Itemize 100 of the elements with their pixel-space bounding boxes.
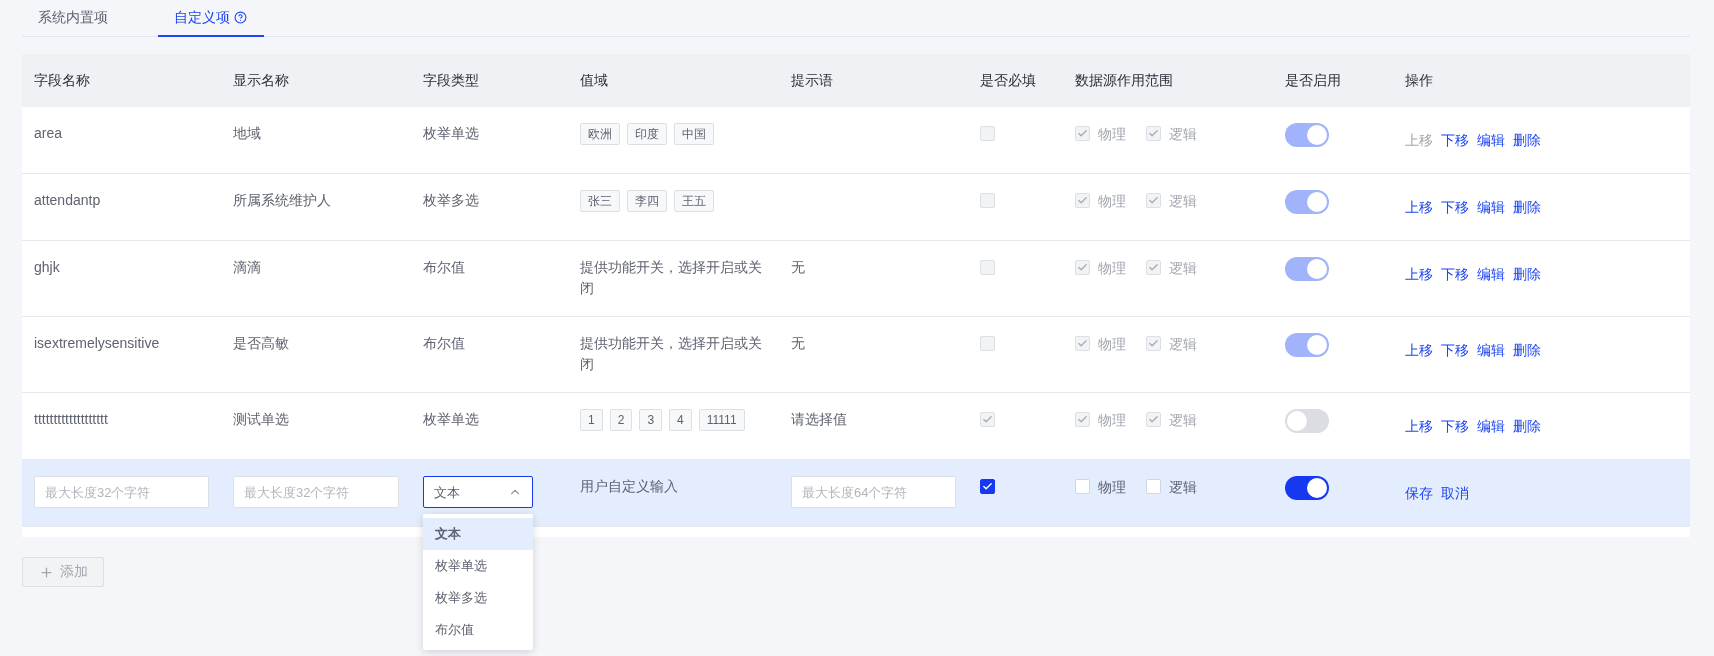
action-link[interactable]: 删除 <box>1513 129 1541 151</box>
checkbox-label: 逻辑 <box>1169 125 1197 144</box>
action-link[interactable]: 删除 <box>1513 339 1541 361</box>
column-header: 字段名称 <box>33 70 91 90</box>
field-name: attendantp <box>34 191 101 210</box>
display-name: 测试单选 <box>233 410 289 429</box>
checkbox-label: 物理 <box>1098 478 1126 497</box>
field-type: 枚举多选 <box>423 191 479 210</box>
column-header: 数据源作用范围 <box>1074 70 1174 90</box>
display-name: 是否高敏 <box>233 334 289 353</box>
display-name: 所属系统维护人 <box>233 191 331 210</box>
check-icon <box>1148 195 1159 206</box>
check-icon <box>1077 338 1088 349</box>
column-header: 字段类型 <box>422 70 480 90</box>
action-link[interactable]: 上移 <box>1405 263 1433 285</box>
dropdown-option[interactable]: 布尔值 <box>423 614 533 646</box>
value-tag: 4 <box>669 409 692 431</box>
hint-text: 无 <box>791 258 805 277</box>
checkbox-label: 物理 <box>1098 411 1126 430</box>
value-domain-text: 提供功能开关，选择开启或关闭 <box>580 334 763 374</box>
value-tag: 张三 <box>580 190 620 212</box>
value-tag: 印度 <box>627 123 667 145</box>
field-name: isextremelysensitive <box>34 334 160 353</box>
dropdown-option[interactable]: 枚举单选 <box>423 550 533 582</box>
checkbox-label: 逻辑 <box>1169 192 1197 211</box>
dropdown-option[interactable]: 枚举多选 <box>423 582 533 614</box>
value-tag: 李四 <box>627 190 667 212</box>
check-icon <box>1077 262 1088 273</box>
action-link[interactable]: 上移 <box>1405 415 1433 437</box>
field-name-input[interactable]: 最大长度32个字符 <box>34 476 209 508</box>
column-header: 显示名称 <box>232 70 290 90</box>
check-icon <box>1148 338 1159 349</box>
display-name: 地域 <box>233 124 261 143</box>
checkbox-label: 物理 <box>1098 259 1126 278</box>
action-link[interactable]: 删除 <box>1513 415 1541 437</box>
field-type-select[interactable]: 文本 <box>423 476 533 508</box>
tab[interactable]: 自定义项 <box>158 0 264 37</box>
check-icon <box>982 481 993 492</box>
field-type: 布尔值 <box>423 334 465 353</box>
field-type: 布尔值 <box>423 258 465 277</box>
action-link[interactable]: 删除 <box>1513 263 1541 285</box>
field-name: area <box>34 124 63 143</box>
value-tag: 欧洲 <box>580 123 620 145</box>
field-name: ttttttttttttttttttt <box>34 410 108 429</box>
checkbox-label: 物理 <box>1098 192 1126 211</box>
checkbox-label: 物理 <box>1098 125 1126 144</box>
check-icon <box>1148 128 1159 139</box>
value-domain-text: 提供功能开关，选择开启或关闭 <box>580 258 763 298</box>
value-tag: 中国 <box>674 123 714 145</box>
action-link[interactable]: 编辑 <box>1477 339 1505 361</box>
column-header: 值域 <box>579 70 609 90</box>
check-icon <box>1077 128 1088 139</box>
value-tag: 王五 <box>674 190 714 212</box>
check-icon <box>982 414 993 425</box>
value-tag: 11111 <box>698 409 745 431</box>
check-icon <box>1148 414 1159 425</box>
check-icon <box>1148 262 1159 273</box>
tab[interactable]: 系统内置项 <box>22 0 125 37</box>
action-link[interactable]: 下移 <box>1441 415 1469 437</box>
toggle-switch[interactable] <box>1285 476 1329 500</box>
value-tag: 3 <box>639 409 663 431</box>
column-header: 提示语 <box>790 70 834 90</box>
value-tag: 2 <box>609 409 633 431</box>
column-header: 操作 <box>1404 70 1434 90</box>
checkbox-label: 逻辑 <box>1169 411 1197 430</box>
value-tag: 1 <box>580 409 603 431</box>
check-icon <box>1077 195 1088 206</box>
hint-text: 请选择值 <box>791 410 847 429</box>
hint-input[interactable]: 最大长度64个字符 <box>791 476 956 508</box>
value-domain-text: 用户自定义输入 <box>580 477 678 496</box>
action-link[interactable]: 编辑 <box>1477 129 1505 151</box>
checkbox-label: 物理 <box>1098 335 1126 354</box>
hint-text: 无 <box>791 334 805 353</box>
action-link[interactable]: 下移 <box>1441 129 1469 151</box>
action-link[interactable]: 编辑 <box>1477 263 1505 285</box>
field-name: ghjk <box>34 258 60 277</box>
check-icon <box>1077 414 1088 425</box>
plus-icon <box>38 564 54 580</box>
field-type: 枚举单选 <box>423 410 479 429</box>
action-link[interactable]: 编辑 <box>1477 415 1505 437</box>
action-link[interactable]: 保存 <box>1405 482 1433 504</box>
checkbox[interactable] <box>980 479 995 494</box>
action-link[interactable]: 下移 <box>1441 339 1469 361</box>
dropdown-option[interactable]: 文本 <box>423 518 533 550</box>
action-link[interactable]: 下移 <box>1441 196 1469 218</box>
checkbox-label: 逻辑 <box>1169 478 1197 497</box>
action-link[interactable]: 上移 <box>1405 196 1433 218</box>
help-icon[interactable] <box>234 11 247 24</box>
display-name-input[interactable]: 最大长度32个字符 <box>233 476 399 508</box>
column-header: 是否启用 <box>1284 70 1342 90</box>
checkbox-label: 逻辑 <box>1169 335 1197 354</box>
field-type: 枚举单选 <box>423 124 479 143</box>
display-name: 滴滴 <box>233 258 261 277</box>
action-link[interactable]: 下移 <box>1441 263 1469 285</box>
action-link[interactable]: 上移 <box>1405 339 1433 361</box>
action-link[interactable]: 取消 <box>1441 482 1469 504</box>
column-header: 是否必填 <box>979 70 1037 90</box>
action-link[interactable]: 编辑 <box>1477 196 1505 218</box>
checkbox-label: 逻辑 <box>1169 259 1197 278</box>
action-link[interactable]: 删除 <box>1513 196 1541 218</box>
